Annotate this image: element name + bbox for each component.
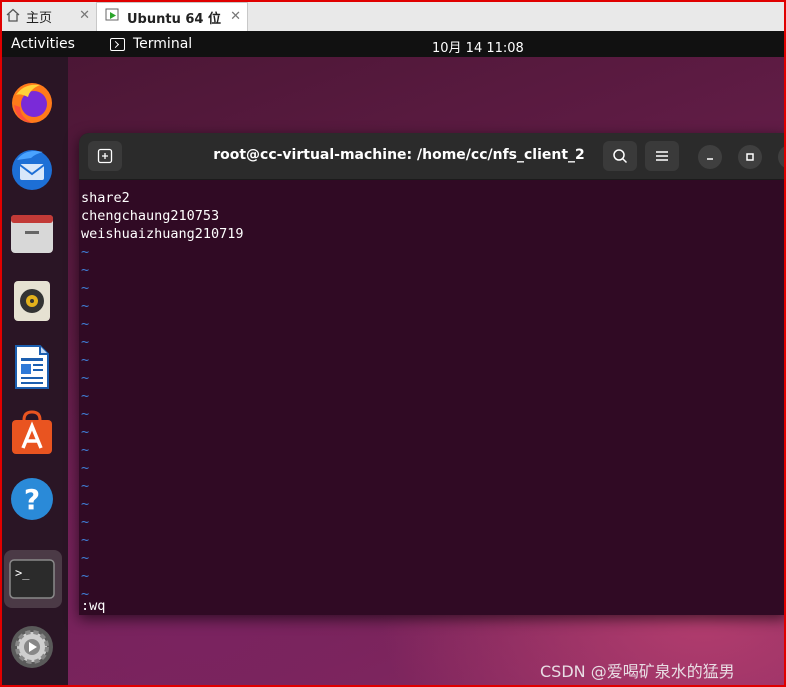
terminal-header-bar[interactable]: root@cc-virtual-machine: /home/cc/nfs_cl…: [79, 133, 784, 180]
app-center-icon[interactable]: [8, 409, 56, 457]
vm-tab-bar: 主页 ✕ Ubuntu 64 位 ✕: [2, 2, 784, 32]
tilde-marker: ~: [81, 514, 90, 530]
tilde-marker: ~: [81, 532, 90, 548]
minimize-icon: [707, 158, 713, 160]
tilde-marker: ~: [81, 298, 90, 314]
tab-home-label: 主页: [26, 11, 53, 26]
terminal-text-area[interactable]: share2 chengchaung210753 weishuaizhuang2…: [81, 189, 781, 615]
watermark: CSDN @爱喝矿泉水的猛男: [540, 662, 735, 681]
tilde-marker: ~: [81, 370, 90, 386]
tab-home[interactable]: 主页 ✕: [2, 2, 96, 31]
vm-icon: [105, 8, 121, 26]
tilde-marker: ~: [81, 424, 90, 440]
tilde-marker: ~: [81, 280, 90, 296]
menu-button[interactable]: [645, 141, 679, 171]
tilde-marker: ~: [81, 406, 90, 422]
terminal-dock-icon[interactable]: >_: [8, 555, 56, 603]
hamburger-menu-icon: [656, 151, 668, 161]
terminal-title: root@cc-virtual-machine: /home/cc/nfs_cl…: [213, 147, 585, 163]
tilde-marker: ~: [81, 478, 90, 494]
vim-command-line[interactable]: :wq: [81, 597, 105, 615]
home-icon: [6, 8, 20, 26]
terminal-icon: [110, 37, 125, 51]
file-line: share2: [81, 190, 130, 206]
new-tab-icon: [97, 148, 113, 164]
files-icon[interactable]: [8, 209, 56, 257]
tilde-marker: ~: [81, 460, 90, 476]
tilde-marker: ~: [81, 244, 90, 260]
gnome-top-bar: Activities Terminal 10月 14 11:08: [2, 31, 784, 57]
app-menu-label: Terminal: [133, 36, 193, 52]
svg-text:?: ?: [24, 483, 40, 516]
tilde-marker: ~: [81, 586, 90, 602]
tilde-marker: ~: [81, 496, 90, 512]
minimize-button[interactable]: [698, 145, 722, 169]
tilde-marker: ~: [81, 550, 90, 566]
tab-ubuntu-vm[interactable]: Ubuntu 64 位 ✕: [96, 2, 248, 31]
tilde-marker: ~: [81, 388, 90, 404]
close-icon[interactable]: ✕: [79, 8, 90, 23]
firefox-icon[interactable]: [8, 79, 56, 127]
file-line: weishuaizhuang210719: [81, 226, 244, 242]
maximize-button[interactable]: [738, 145, 762, 169]
file-line: chengchaung210753: [81, 208, 220, 224]
search-button[interactable]: [603, 141, 637, 171]
help-icon[interactable]: ?: [8, 475, 56, 523]
tilde-marker: ~: [81, 334, 90, 350]
maximize-icon: [746, 153, 754, 161]
app-menu[interactable]: Terminal: [110, 36, 192, 52]
rhythmbox-icon[interactable]: [8, 277, 56, 325]
tilde-marker: ~: [81, 352, 90, 368]
close-icon[interactable]: ✕: [230, 9, 241, 24]
svg-text:>_: >_: [15, 566, 30, 580]
tilde-marker: ~: [81, 568, 90, 584]
tilde-marker: ~: [81, 262, 90, 278]
clock[interactable]: 10月 14 11:08: [432, 37, 524, 56]
tilde-marker: ~: [81, 442, 90, 458]
thunderbird-icon[interactable]: [8, 145, 56, 193]
close-window-button[interactable]: [778, 145, 784, 169]
screenshot-frame: 主页 ✕ Ubuntu 64 位 ✕ Activities Terminal 1…: [0, 0, 786, 687]
tilde-marker: ~: [81, 316, 90, 332]
dock: ? >_: [2, 57, 68, 685]
new-tab-button[interactable]: [88, 141, 122, 171]
tab-vm-label: Ubuntu 64 位: [127, 11, 221, 27]
activities-button[interactable]: Activities: [11, 36, 75, 52]
settings-icon[interactable]: [8, 623, 56, 671]
empty-line-markers: ~ ~ ~ ~ ~ ~ ~ ~ ~ ~ ~ ~ ~ ~ ~ ~ ~ ~ ~ ~: [81, 243, 781, 603]
libreoffice-writer-icon[interactable]: [8, 343, 56, 391]
terminal-window[interactable]: root@cc-virtual-machine: /home/cc/nfs_cl…: [79, 133, 784, 615]
search-icon: [613, 149, 628, 164]
